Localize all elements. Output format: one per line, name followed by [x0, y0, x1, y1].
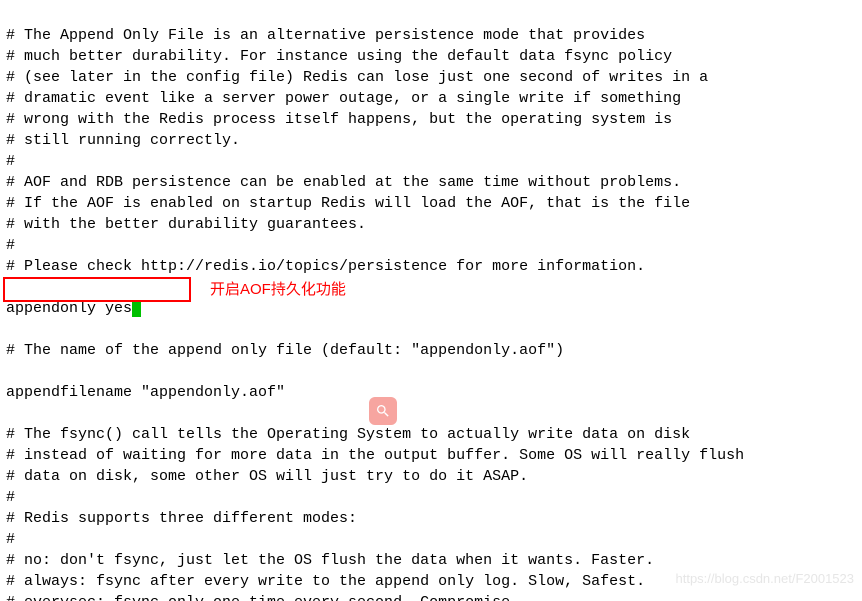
line: # much better durability. For instance u…	[6, 48, 672, 65]
annotation-text: 开启AOF持久化功能	[210, 279, 346, 300]
line: # (see later in the config file) Redis c…	[6, 69, 708, 86]
line: # always: fsync after every write to the…	[6, 573, 645, 590]
line: # The fsync() call tells the Operating S…	[6, 426, 690, 443]
line: # wrong with the Redis process itself ha…	[6, 111, 672, 128]
line: appendfilename "appendonly.aof"	[6, 384, 285, 401]
line: # Redis supports three different modes:	[6, 510, 357, 527]
line: #	[6, 153, 15, 170]
line: #	[6, 237, 15, 254]
line: # no: don't fsync, just let the OS flush…	[6, 552, 654, 569]
highlight-box	[3, 277, 191, 302]
appendonly-line: appendonly yes	[6, 300, 141, 317]
line: #	[6, 489, 15, 506]
search-icon	[369, 397, 397, 425]
line: # still running correctly.	[6, 132, 240, 149]
line: # with the better durability guarantees.	[6, 216, 366, 233]
line: # If the AOF is enabled on startup Redis…	[6, 195, 690, 212]
line: # The Append Only File is an alternative…	[6, 27, 645, 44]
line: #	[6, 531, 15, 548]
line: # instead of waiting for more data in th…	[6, 447, 744, 464]
line: # The name of the append only file (defa…	[6, 342, 564, 359]
line: # data on disk, some other OS will just …	[6, 468, 528, 485]
line: # AOF and RDB persistence can be enabled…	[6, 174, 681, 191]
line: # everysec: fsync only one time every se…	[6, 594, 519, 601]
cursor-icon	[132, 300, 141, 317]
line: # Please check http://redis.io/topics/pe…	[6, 258, 645, 275]
footer-watermark: https://blog.csdn.net/F2001523	[675, 568, 854, 589]
line: # dramatic event like a server power out…	[6, 90, 681, 107]
